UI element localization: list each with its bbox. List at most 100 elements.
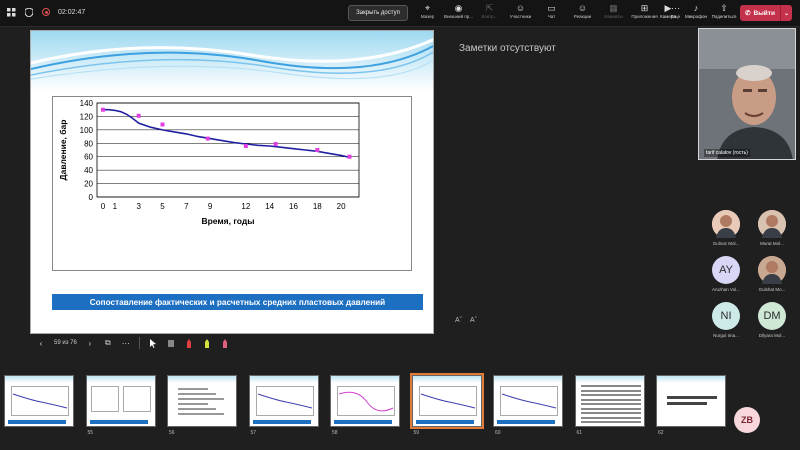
toolbar-rooms-button[interactable]: ▦ Комнаты xyxy=(598,2,629,24)
thumb-text-line xyxy=(580,403,641,405)
thumb-text-line xyxy=(580,398,641,401)
toolbar-laser-button[interactable]: ⌖ Мазер xyxy=(412,2,443,24)
grid-icon[interactable] xyxy=(6,7,16,17)
slide-thumbnail[interactable] xyxy=(574,375,645,427)
thumb-header xyxy=(412,376,481,383)
slide-thumbnail[interactable] xyxy=(656,375,726,427)
thumb-text-line xyxy=(178,413,224,415)
toolbar-control-button[interactable]: ⇱ Контр... xyxy=(474,2,505,24)
x-tick-label: 0 xyxy=(101,202,106,211)
participant-tile[interactable]: Gulnaz Mol... xyxy=(704,210,748,256)
chat-icon: ▭ xyxy=(547,3,556,13)
thumb-text-line xyxy=(580,389,641,392)
self-avatar[interactable]: ZB xyxy=(734,407,760,433)
actual-pressure-point xyxy=(160,122,165,127)
decrease-font-button[interactable]: Aˇ xyxy=(455,317,462,324)
mic-icon: ♪ xyxy=(693,3,699,13)
slide-thumbnail[interactable] xyxy=(167,375,237,427)
y-tick-label: 140 xyxy=(80,99,94,108)
participant-name: Murat Mol... xyxy=(760,241,784,246)
thumb-caption xyxy=(8,420,66,424)
presenter-video[interactable]: tarif calalov (гость) xyxy=(698,28,796,160)
slide-thumbnail[interactable] xyxy=(409,373,484,429)
laser-icon: ⌖ xyxy=(424,3,431,13)
eraser-icon[interactable] xyxy=(166,338,176,348)
participant-name: Gulnaz Mol... xyxy=(712,241,740,246)
sync-icon[interactable]: ⧉ xyxy=(103,338,113,348)
toolbar-reactions-button[interactable]: ☺ Реакции xyxy=(567,2,598,24)
thumb-text-line xyxy=(178,408,216,410)
thumb-header xyxy=(168,376,236,383)
presenter-name: tarif calalov (гость) xyxy=(704,149,750,157)
actual-pressure-point xyxy=(205,136,210,141)
thumb-header xyxy=(331,376,399,383)
thumb-header xyxy=(5,376,73,383)
stop-sharing-button[interactable]: Закрыть доступ xyxy=(348,5,408,21)
previous-slide-icon[interactable]: ‹ xyxy=(36,338,46,348)
next-slide-icon[interactable]: › xyxy=(85,338,95,348)
thumbnail-number: 56 xyxy=(169,430,175,436)
actual-pressure-point xyxy=(273,141,278,146)
people-icon: ☺ xyxy=(515,3,526,13)
highlighter-icon[interactable] xyxy=(202,338,212,348)
thumb-text-line xyxy=(667,396,717,399)
presenter-image xyxy=(699,29,795,159)
x-tick-label: 16 xyxy=(289,202,298,211)
thumb-caption xyxy=(89,420,148,424)
slide-thumbnail[interactable] xyxy=(493,375,563,427)
slide-thumbnail[interactable] xyxy=(4,375,74,427)
toolbar-eye-button[interactable]: ◉ Внешний пр... xyxy=(443,2,474,24)
meeting-timer: 02:02:47 xyxy=(58,8,86,16)
share-button[interactable]: ⇧ Поделиться xyxy=(710,2,738,24)
y-tick-label: 0 xyxy=(89,193,94,202)
slide-thumbnail[interactable] xyxy=(330,375,400,427)
slide-counter: 59 из 76 xyxy=(54,340,77,346)
participant-tile[interactable]: DM Dilyara Mol... xyxy=(750,302,794,348)
slide-navigation: ‹ 59 из 76 › ⧉ ⋯ xyxy=(36,337,230,349)
y-tick-label: 80 xyxy=(84,139,93,148)
toolbar-label: Камера xyxy=(660,14,676,19)
share-icon: ⇧ xyxy=(720,3,728,13)
y-tick-label: 40 xyxy=(84,166,93,175)
x-tick-label: 14 xyxy=(265,202,274,211)
participant-tile[interactable]: Murat Mol... xyxy=(750,210,794,256)
more-options-icon[interactable]: ⋯ xyxy=(121,338,131,348)
slide-thumbnail[interactable] xyxy=(248,375,319,427)
thumb-text-line xyxy=(580,407,641,410)
thumb-header xyxy=(657,376,725,383)
toolbar-label: Реакции xyxy=(573,14,592,19)
avatar: NI xyxy=(712,302,740,330)
rooms-icon: ▦ xyxy=(609,3,618,13)
pink-pen-icon[interactable] xyxy=(220,338,230,348)
x-axis-label: Время, годы xyxy=(201,216,254,226)
leave-button[interactable]: ✆ Выйти ⌄ xyxy=(740,5,792,21)
thumb-header xyxy=(86,376,155,383)
increase-font-button[interactable]: Aˆ xyxy=(470,317,477,324)
thumb-header xyxy=(249,376,318,383)
slide-thumbnail[interactable] xyxy=(85,375,156,427)
mic-button[interactable]: ♪ Микрофон xyxy=(682,2,710,24)
actual-pressure-point xyxy=(315,148,320,152)
thumb-chart-line xyxy=(338,391,394,412)
thumb-header xyxy=(494,376,562,383)
x-tick-label: 7 xyxy=(184,202,189,211)
thumb-text-line xyxy=(178,393,216,395)
pointer-icon[interactable] xyxy=(148,338,158,348)
thumb-text-line xyxy=(580,412,641,414)
toolbar-label: Участники xyxy=(509,14,532,19)
x-tick-label: 12 xyxy=(241,202,250,211)
red-pen-icon[interactable] xyxy=(184,338,194,348)
toolbar-chat-button[interactable]: ▭ Чат xyxy=(536,2,567,24)
avatar xyxy=(758,256,786,284)
toolbar-label: Микрофон xyxy=(685,14,707,19)
actual-pressure-point xyxy=(243,143,248,148)
chevron-down-icon[interactable]: ⌄ xyxy=(780,5,792,21)
participant-tile[interactable]: NI Nurgul Ima... xyxy=(704,302,748,348)
thumb-table xyxy=(122,386,151,412)
shield-icon[interactable] xyxy=(24,7,34,17)
participant-tile[interactable]: AY Aruzhan Vol... xyxy=(704,256,748,302)
camera-button[interactable]: ▶ Камера xyxy=(654,2,682,24)
toolbar-people-button[interactable]: ☺ Участники xyxy=(505,2,536,24)
participant-tile[interactable]: Gulshat Mo... xyxy=(750,256,794,302)
slide-thumbnail-strip: 55 56 57 58 59 60 61 62 xyxy=(0,370,726,442)
